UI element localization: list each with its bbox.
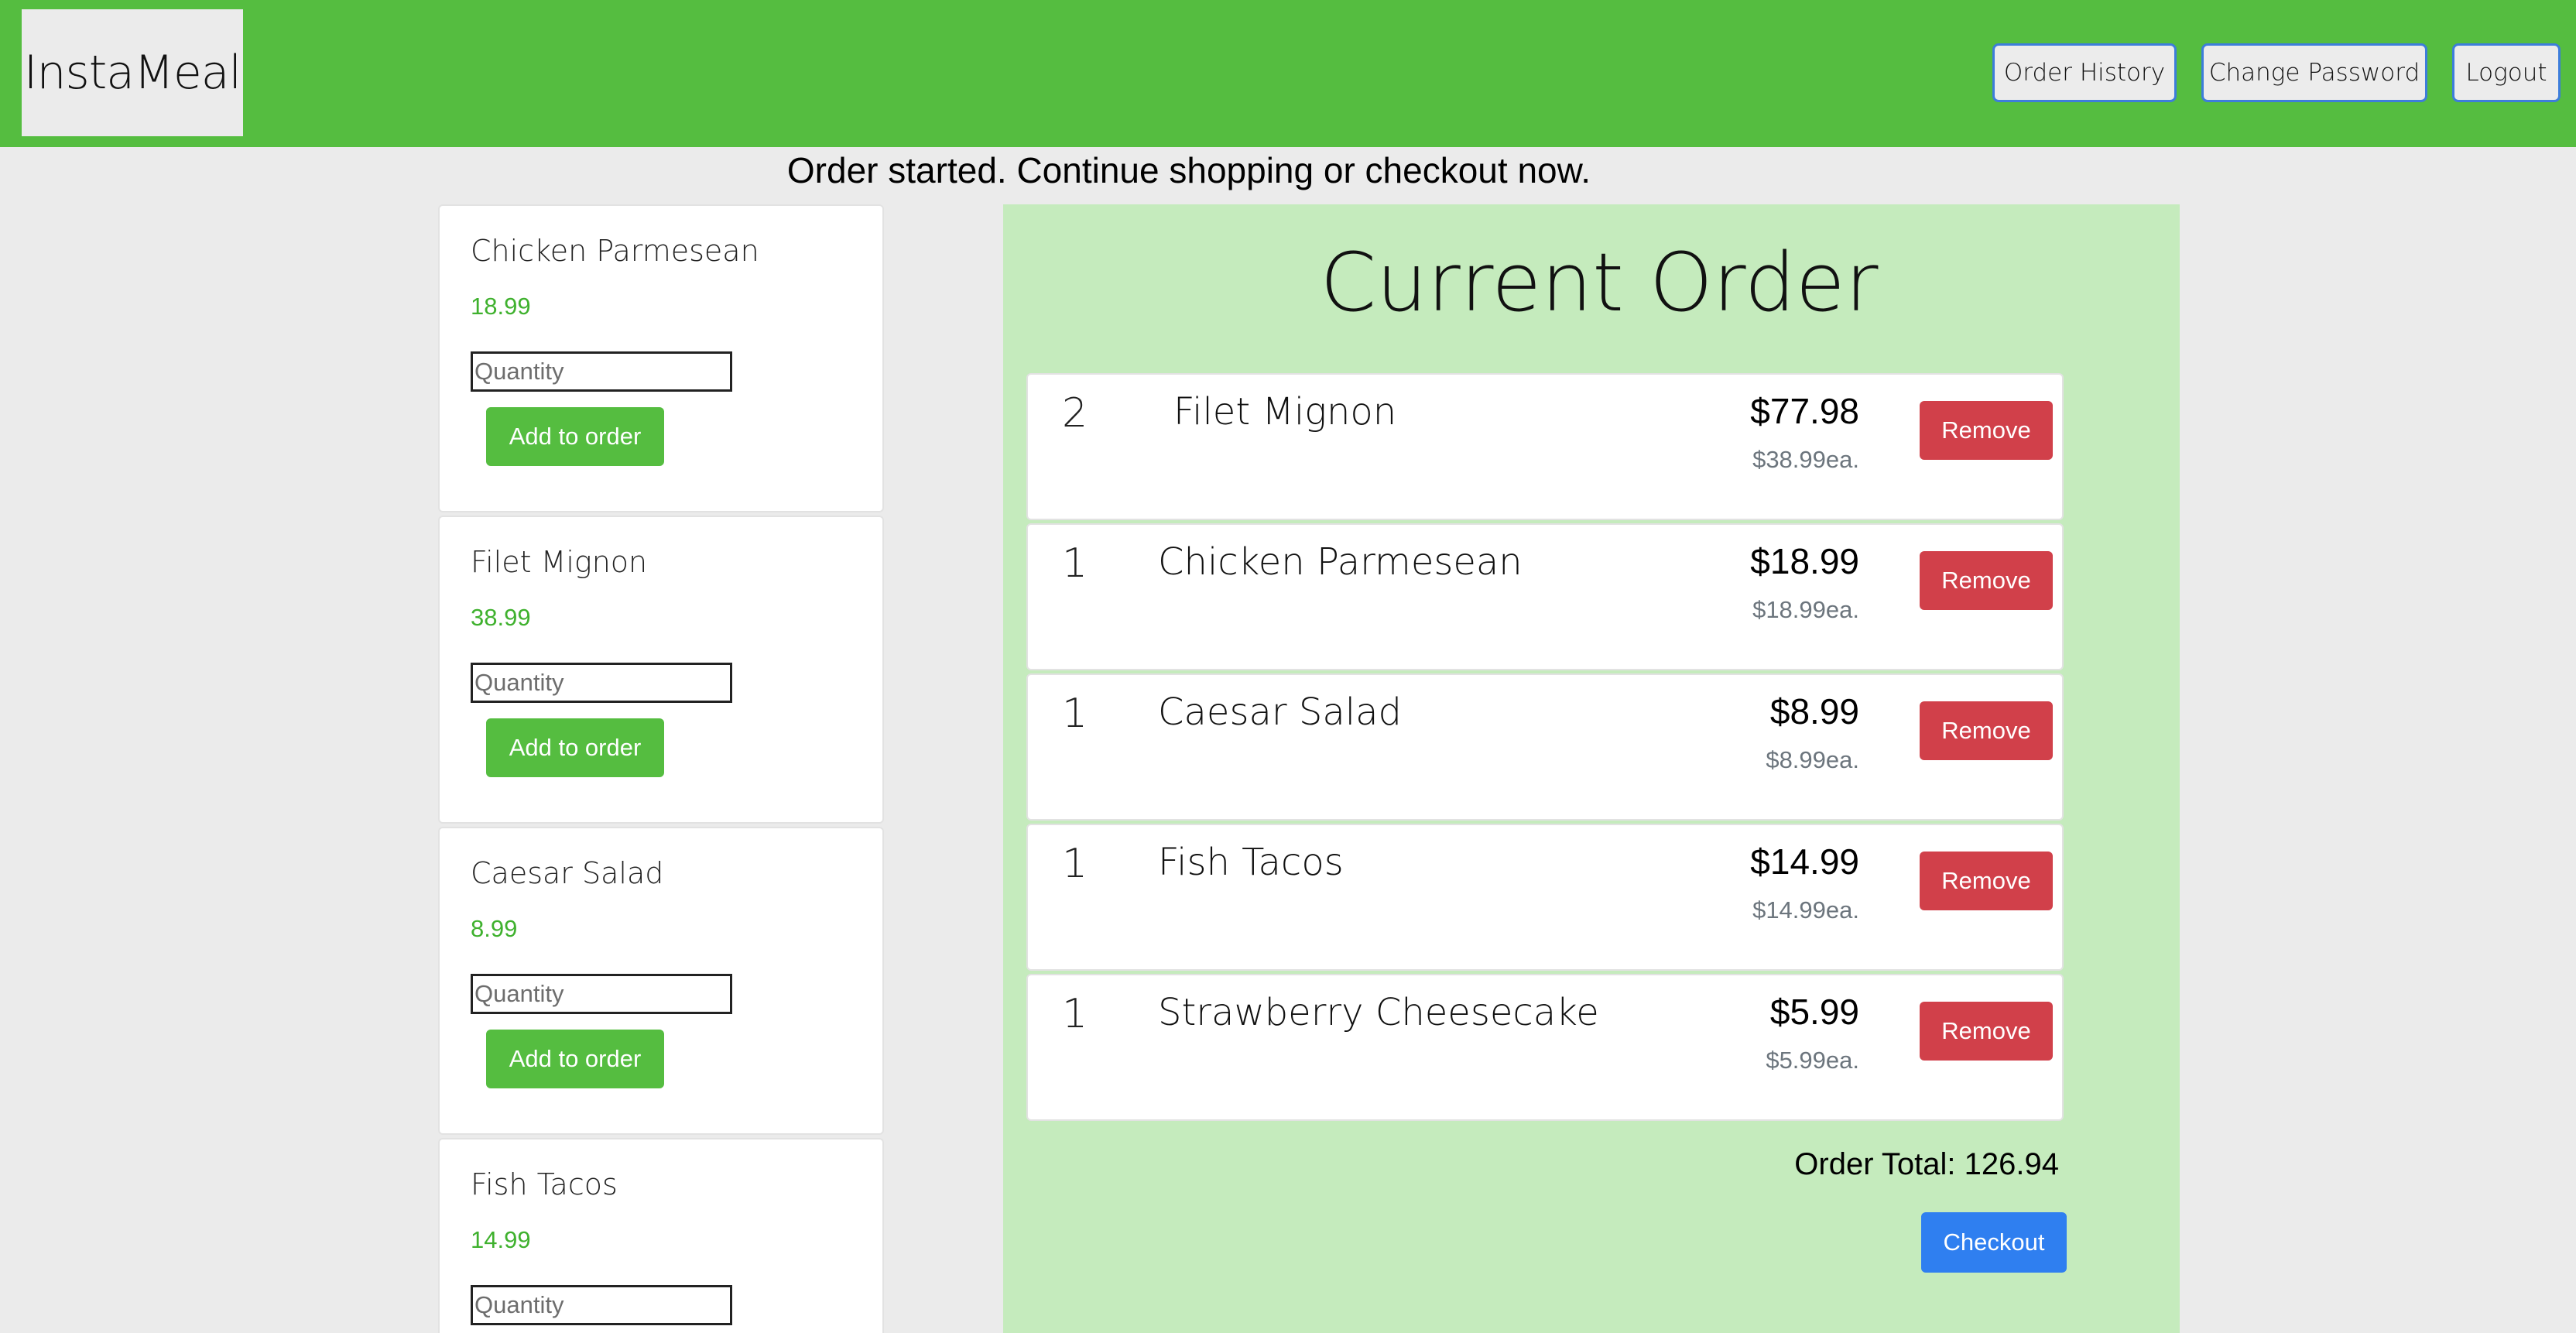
menu-item-price: 38.99 [471,604,531,631]
logout-button[interactable]: Logout [2452,43,2561,102]
order-item: 1 Chicken Parmesean $18.99 $18.99ea. Rem… [1026,523,2064,670]
menu-item-name: Caesar Salad [471,856,664,890]
order-item: 1 Caesar Salad $8.99 $8.99ea. Remove [1026,673,2064,821]
order-item: 1 Fish Tacos $14.99 $14.99ea. Remove [1026,824,2064,971]
order-item-total: $5.99 [1769,992,1859,1032]
menu-item-name: Fish Tacos [471,1167,618,1201]
menu-item-name: Chicken Parmesean [471,234,759,268]
remove-button[interactable]: Remove [1920,401,2053,460]
order-item: 2 Filet Mignon $77.98 $38.99ea. Remove [1026,373,2064,520]
order-item-quantity: 1 [1062,540,1088,587]
order-item-unit-price: $14.99ea. [1752,896,1859,924]
order-item-unit-price: $18.99ea. [1752,596,1859,623]
menu-card: Chicken Parmesean 18.99 Add to order [438,204,884,512]
menu-item-price: 8.99 [471,915,518,942]
order-item-unit-price: $5.99ea. [1766,1047,1859,1074]
menu-item-price: 18.99 [471,293,531,320]
order-item-name: Fish Tacos [1158,841,1344,884]
order-item-name: Filet Mignon [1173,390,1397,433]
top-bar: InstaMeal Order History Change Password … [0,0,2576,147]
remove-button[interactable]: Remove [1920,852,2053,910]
order-item-total: $8.99 [1769,691,1859,732]
order-total: Order Total: 126.94 [1794,1147,2059,1181]
remove-button[interactable]: Remove [1920,701,2053,760]
order-item-quantity: 1 [1062,690,1088,737]
order-item-quantity: 1 [1062,841,1088,887]
quantity-input[interactable] [471,663,732,703]
menu-card: Fish Tacos 14.99 [438,1138,884,1333]
quantity-input[interactable] [471,351,732,392]
order-title: Current Order [1320,235,1879,330]
order-item-unit-price: $8.99ea. [1766,746,1859,773]
order-item-total: $14.99 [1750,841,1859,882]
menu-item-price: 14.99 [471,1226,531,1253]
change-password-button[interactable]: Change Password [2201,43,2427,102]
order-item-total: $18.99 [1750,541,1859,581]
order-item-unit-price: $38.99ea. [1752,446,1859,473]
order-item-name: Caesar Salad [1158,690,1402,734]
order-item-quantity: 1 [1062,991,1088,1037]
status-banner: Order started. Continue shopping or chec… [0,147,2576,194]
menu-item-name: Filet Mignon [471,545,648,579]
order-history-button[interactable]: Order History [1992,43,2177,102]
add-to-order-button[interactable]: Add to order [486,407,664,466]
order-item-quantity: 2 [1062,390,1088,437]
order-item: 1 Strawberry Cheesecake $5.99 $5.99ea. R… [1026,974,2064,1121]
remove-button[interactable]: Remove [1920,551,2053,610]
current-order-panel: Current Order 2 Filet Mignon $77.98 $38.… [1003,204,2180,1333]
add-to-order-button[interactable]: Add to order [486,1030,664,1088]
order-item-name: Chicken Parmesean [1158,540,1523,584]
order-item-total: $77.98 [1750,391,1859,431]
instameal-logo[interactable]: InstaMeal [22,9,243,136]
remove-button[interactable]: Remove [1920,1002,2053,1061]
menu-card: Filet Mignon 38.99 Add to order [438,516,884,824]
status-message: Order started. Continue shopping or chec… [786,150,1591,190]
quantity-input[interactable] [471,1285,732,1325]
add-to-order-button[interactable]: Add to order [486,718,664,777]
checkout-button[interactable]: Checkout [1921,1212,2067,1273]
menu-card: Caesar Salad 8.99 Add to order [438,827,884,1135]
quantity-input[interactable] [471,974,732,1014]
order-item-name: Strawberry Cheesecake [1158,991,1599,1034]
